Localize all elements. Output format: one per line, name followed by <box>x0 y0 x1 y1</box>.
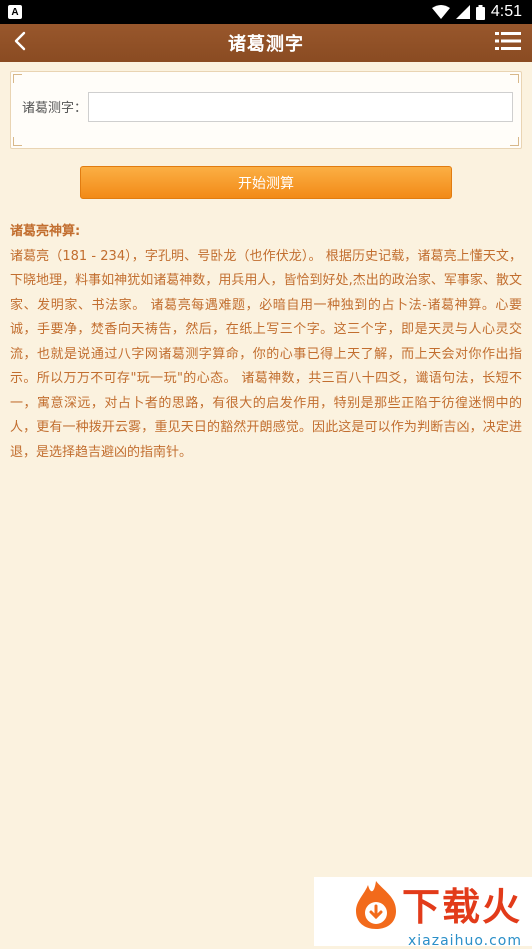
clock-time: 4:51 <box>490 3 522 20</box>
card-corner-decoration <box>510 137 519 146</box>
card-corner-decoration <box>13 137 22 146</box>
character-field-label: 诸葛测字： <box>22 101 88 116</box>
watermark: 下载火 xiazaihuo.com <box>314 877 532 949</box>
character-input[interactable] <box>88 92 513 122</box>
input-card: 诸葛测字： <box>10 71 522 149</box>
flame-logo-icon <box>350 879 402 935</box>
chevron-left-icon <box>13 31 27 55</box>
wifi-icon <box>431 5 450 19</box>
watermark-url: xiazaihuo.com <box>408 933 522 949</box>
description-title: 诸葛亮神算: <box>10 224 81 239</box>
start-calculation-button[interactable]: 开始测算 <box>80 166 452 199</box>
card-corner-decoration <box>510 74 519 83</box>
app-notification-icon: A <box>8 5 22 19</box>
watermark-brand: 下载火 <box>401 885 522 929</box>
card-corner-decoration <box>13 74 22 83</box>
menu-list-icon <box>495 31 521 55</box>
back-button[interactable] <box>6 29 34 57</box>
signal-icon <box>455 5 470 19</box>
title-bar: 诸葛测字 <box>0 24 532 62</box>
battery-icon <box>475 4 485 20</box>
description-body: 诸葛亮（181 - 234），字孔明、号卧龙（也作伏龙）。 根据历史记载，诸葛亮… <box>10 248 522 460</box>
status-bar: A 4:51 <box>0 0 532 24</box>
description-section: 诸葛亮神算: 诸葛亮（181 - 234），字孔明、号卧龙（也作伏龙）。 根据历… <box>10 220 522 465</box>
menu-button[interactable] <box>494 29 522 57</box>
page-title: 诸葛测字 <box>228 34 304 55</box>
